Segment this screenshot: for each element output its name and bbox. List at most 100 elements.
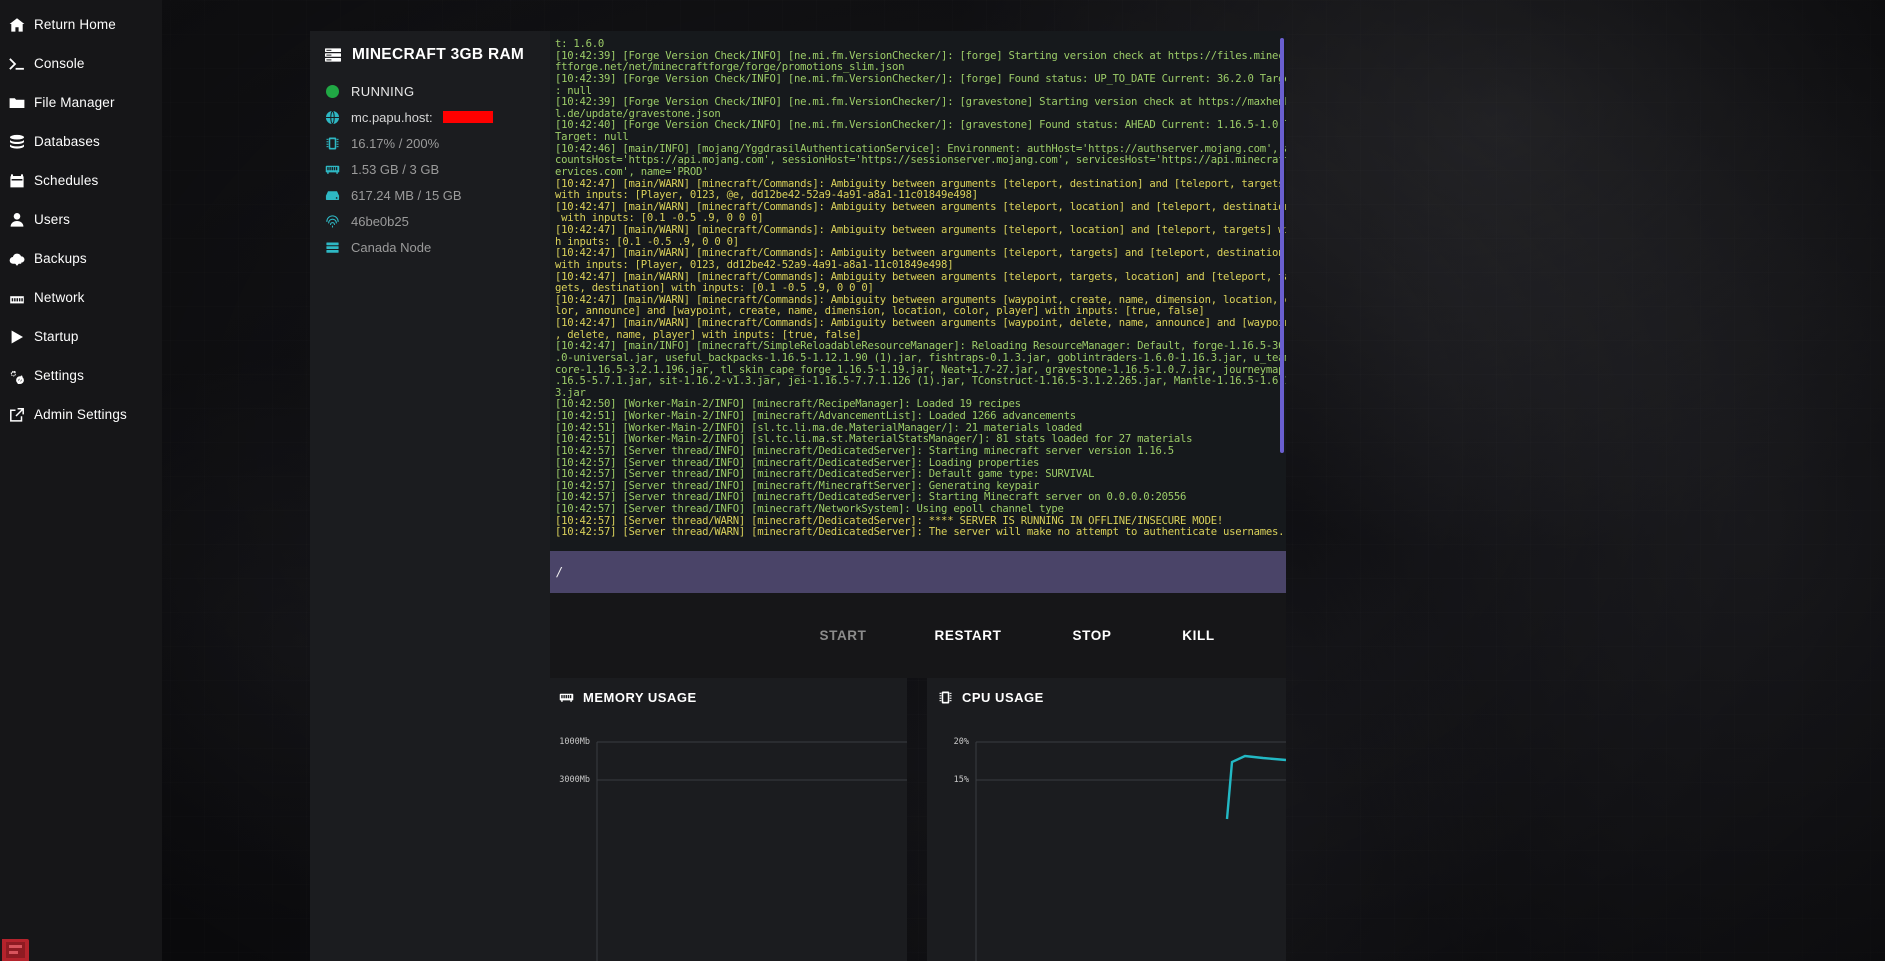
cpu-icon	[324, 135, 341, 152]
usage-graph-cards: MEMORY USAGE 1000Mb 3000Mb CPU USAGE 20%…	[548, 678, 1286, 961]
sidebar-item-label: Startup	[34, 328, 79, 344]
sidebar-footer-logo[interactable]	[2, 939, 29, 961]
cpu-chart-svg	[975, 741, 1286, 961]
sidebar-item-label: Schedules	[34, 172, 99, 188]
home-icon	[8, 16, 25, 33]
console-log-line: .0-universal.jar, useful_backpacks-1.16.…	[555, 351, 1286, 364]
sidebar-item-backups[interactable]: Backups	[0, 239, 162, 278]
console-log-line: ervices.com', name='PROD'	[555, 165, 709, 178]
app-root: Return Home Console File Manager Databas…	[0, 0, 1885, 961]
console-log-line: .16.5-5.7.1.jar, sit-1.16.2-v1.3.jar, je…	[555, 375, 1286, 388]
node-row: Canada Node	[310, 237, 550, 257]
kill-button[interactable]: KILL	[1151, 622, 1246, 649]
console-log-line: [10:42:57] [Server thread/INFO] [minecra…	[555, 444, 1174, 457]
server-uuid-row: 46be0b25	[310, 211, 550, 231]
console-log-line: [10:42:47] [main/WARN] [minecraft/Comman…	[555, 224, 1286, 236]
console-log-line: with inputs: [Player, 0123, dd12be42-52a…	[555, 258, 954, 271]
console-log-line: gets, destination] with inputs: [0.1 -0.…	[555, 282, 874, 295]
console-log-line: [10:42:39] [Forge Version Check/INFO] [n…	[555, 72, 1286, 85]
server-address: mc.papu.host:	[351, 109, 433, 125]
sidebar-item-databases[interactable]: Databases	[0, 122, 162, 161]
console-output[interactable]: t: 1.6.0 [10:42:39] [Forge Version Check/…	[548, 31, 1286, 551]
cloud-download-icon	[8, 250, 25, 267]
user-icon	[8, 211, 25, 228]
console-scrollbar[interactable]	[1280, 38, 1284, 453]
console-log-line: with inputs: [Player, 0123, @e, dd12be42…	[555, 189, 978, 202]
console-log-line: [10:42:57] [Server thread/INFO] [minecra…	[555, 468, 1095, 481]
console-log-line: Target: null	[555, 131, 629, 143]
memory-icon	[559, 690, 574, 705]
console-log-line: [10:42:47] [main/WARN] [minecraft/Comman…	[555, 317, 1286, 329]
sidebar-item-users[interactable]: Users	[0, 200, 162, 239]
sidebar-item-return-home[interactable]: Return Home	[0, 5, 162, 44]
terminal-icon	[8, 55, 25, 72]
memory-usage-row: 1.53 GB / 3 GB	[310, 159, 550, 179]
cpu-card-title-row: CPU USAGE	[927, 678, 1286, 705]
sidebar-item-settings[interactable]: Settings	[0, 356, 162, 395]
status-label: RUNNING	[351, 83, 415, 99]
redacted-port	[442, 111, 493, 123]
memory-card-title-row: MEMORY USAGE	[548, 678, 907, 705]
cpu-line-series	[1225, 754, 1286, 820]
sidebar-item-label: File Manager	[34, 94, 115, 110]
console-log-line: [10:42:57] [Server thread/WARN] [minecra…	[555, 526, 1286, 539]
folder-icon	[8, 94, 25, 111]
sidebar-item-label: Backups	[34, 250, 87, 266]
console-log-line: [10:42:40] [Forge Version Check/INFO] [n…	[555, 119, 1286, 132]
cpu-usage-card: CPU USAGE 20% 15%	[927, 678, 1286, 961]
calendar-icon	[8, 172, 25, 189]
play-icon	[8, 328, 25, 345]
console-log-line: [10:42:39] [Forge Version Check/INFO] [n…	[555, 96, 1286, 109]
sidebar-item-schedules[interactable]: Schedules	[0, 161, 162, 200]
fingerprint-icon	[324, 213, 341, 230]
sidebar-item-label: Admin Settings	[34, 406, 127, 422]
sidebar-item-label: Console	[34, 55, 85, 71]
console-log-lines: t: 1.6.0 [10:42:39] [Forge Version Check/…	[548, 31, 1286, 539]
memory-chart-svg	[596, 741, 907, 961]
y-axis-tick: 15%	[953, 775, 969, 785]
memory-usage-value: 1.53 GB / 3 GB	[351, 161, 440, 177]
console-log-line: [10:42:57] [Server thread/INFO] [minecra…	[555, 503, 1064, 515]
sidebar-item-admin-settings[interactable]: Admin Settings	[0, 395, 162, 434]
cpu-usage-plot: 20% 15%	[927, 716, 1286, 961]
y-axis-tick: 20%	[953, 737, 969, 747]
sidebar-item-label: Return Home	[34, 16, 116, 32]
server-title-row: MINECRAFT 3GB RAM	[310, 31, 550, 64]
cpu-usage-row: 16.17% / 200%	[310, 133, 550, 153]
disk-usage-value: 617.24 MB / 15 GB	[351, 187, 462, 203]
console-command-input[interactable]: /	[556, 565, 563, 579]
sidebar-item-startup[interactable]: Startup	[0, 317, 162, 356]
power-controls: START RESTART STOP KILL	[548, 593, 1286, 678]
main-content: t: 1.6.0 [10:42:39] [Forge Version Check/…	[548, 31, 1286, 678]
database-icon	[8, 133, 25, 150]
card-title-label: MEMORY USAGE	[583, 690, 697, 705]
status-dot-icon	[326, 84, 339, 98]
restart-button[interactable]: RESTART	[903, 622, 1033, 649]
server-stats-list: RUNNING mc.papu.host: 16.17% / 200% 1.53…	[310, 81, 550, 257]
server-address-row: mc.papu.host:	[310, 107, 550, 127]
stop-button[interactable]: STOP	[1033, 622, 1151, 649]
sidebar-item-label: Databases	[34, 133, 100, 149]
sidebar: Return Home Console File Manager Databas…	[0, 0, 162, 961]
sidebar-item-file-manager[interactable]: File Manager	[0, 83, 162, 122]
disk-usage-row: 617.24 MB / 15 GB	[310, 185, 550, 205]
memory-icon	[324, 161, 341, 178]
memory-usage-card: MEMORY USAGE 1000Mb 3000Mb	[548, 678, 907, 961]
hard-drive-icon	[324, 187, 341, 204]
globe-icon	[324, 109, 341, 126]
cpu-icon	[938, 690, 953, 705]
server-icon	[324, 46, 342, 64]
server-info-panel: MINECRAFT 3GB RAM RUNNING mc.papu.host: …	[310, 31, 550, 961]
page-title: MINECRAFT 3GB RAM	[352, 46, 525, 63]
sidebar-item-network[interactable]: Network	[0, 278, 162, 317]
sidebar-item-label: Network	[34, 289, 85, 305]
sidebar-item-label: Settings	[34, 367, 84, 383]
y-axis-tick: 1000Mb	[559, 737, 590, 747]
gears-icon	[8, 367, 25, 384]
console-command-bar[interactable]: /	[548, 551, 1286, 593]
y-axis-tick: 3000Mb	[559, 775, 590, 785]
network-icon	[8, 289, 25, 306]
sidebar-item-console[interactable]: Console	[0, 44, 162, 83]
cpu-usage-value: 16.17% / 200%	[351, 135, 440, 151]
start-button[interactable]: START	[783, 622, 903, 649]
